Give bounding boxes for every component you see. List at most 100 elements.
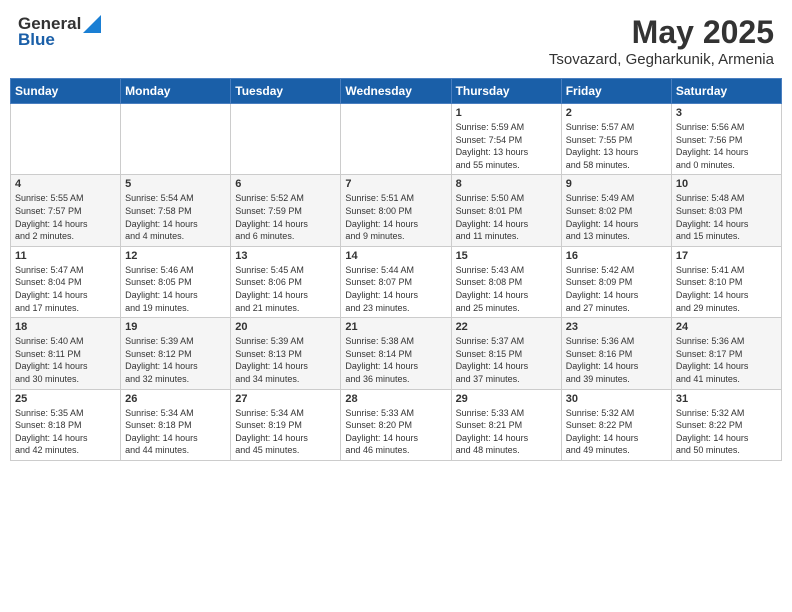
calendar-week-5: 25 Sunrise: 5:35 AM Sunset: 8:18 PM Dayli… [11,389,782,460]
table-row: 11Sunrise: 5:47 AM Sunset: 8:04 PM Dayli… [11,246,121,317]
logo: General Blue [18,14,101,50]
table-row [231,104,341,175]
table-row: 31Sunrise: 5:32 AM Sunset: 8:22 PM Dayli… [671,389,781,460]
col-thursday: Thursday [451,79,561,104]
table-row: 21Sunrise: 5:38 AM Sunset: 8:14 PM Dayli… [341,318,451,389]
day-info: Sunrise: 5:50 AM Sunset: 8:01 PM Dayligh… [456,192,557,242]
day-number: 12 [125,250,226,262]
day-info: Sunrise: 5:55 AM Sunset: 7:57 PM Dayligh… [15,192,116,242]
table-row: 8 Sunrise: 5:50 AM Sunset: 8:01 PM Daylig… [451,175,561,246]
table-row: 26 Sunrise: 5:34 AM Sunset: 8:18 PM Dayli… [121,389,231,460]
day-info: Sunrise: 5:59 AM Sunset: 7:54 PM Dayligh… [456,121,557,171]
table-row: 5Sunrise: 5:54 AM Sunset: 7:58 PM Daylig… [121,175,231,246]
table-row [121,104,231,175]
calendar-week-2: 4 Sunrise: 5:55 AM Sunset: 7:57 PM Daylig… [11,175,782,246]
table-row: 24Sunrise: 5:36 AM Sunset: 8:17 PM Dayli… [671,318,781,389]
table-row: 9 Sunrise: 5:49 AM Sunset: 8:02 PM Daylig… [561,175,671,246]
title-block: May 2025 Tsovazard, Gegharkunik, Armenia [549,14,774,68]
day-number: 8 [456,178,557,190]
table-row: 25 Sunrise: 5:35 AM Sunset: 8:18 PM Dayli… [11,389,121,460]
table-row: 15 Sunrise: 5:43 AM Sunset: 8:08 PM Dayli… [451,246,561,317]
day-number: 9 [566,178,667,190]
calendar-header-row: Sunday Monday Tuesday Wednesday Thursday… [11,79,782,104]
day-number: 23 [566,321,667,333]
table-row [341,104,451,175]
table-row: 14 Sunrise: 5:44 AM Sunset: 8:07 PM Dayli… [341,246,451,317]
day-number: 10 [676,178,777,190]
day-number: 14 [345,250,446,262]
table-row: 29 Sunrise: 5:33 AM Sunset: 8:21 PM Dayli… [451,389,561,460]
day-info: Sunrise: 5:32 AM Sunset: 8:22 PM Dayligh… [566,407,667,457]
day-info: Sunrise: 5:49 AM Sunset: 8:02 PM Dayligh… [566,192,667,242]
day-info: Sunrise: 5:52 AM Sunset: 7:59 PM Dayligh… [235,192,336,242]
table-row: 3 Sunrise: 5:56 AM Sunset: 7:56 PM Daylig… [671,104,781,175]
col-sunday: Sunday [11,79,121,104]
day-info: Sunrise: 5:42 AM Sunset: 8:09 PM Dayligh… [566,264,667,314]
day-info: Sunrise: 5:36 AM Sunset: 8:16 PM Dayligh… [566,335,667,385]
day-number: 18 [15,321,116,333]
table-row: 20 Sunrise: 5:39 AM Sunset: 8:13 PM Dayli… [231,318,341,389]
day-info: Sunrise: 5:48 AM Sunset: 8:03 PM Dayligh… [676,192,777,242]
day-number: 25 [15,393,116,405]
table-row: 7 Sunrise: 5:51 AM Sunset: 8:00 PM Daylig… [341,175,451,246]
day-info: Sunrise: 5:51 AM Sunset: 8:00 PM Dayligh… [345,192,446,242]
col-friday: Friday [561,79,671,104]
logo-triangle-icon [83,15,101,33]
day-info: Sunrise: 5:38 AM Sunset: 8:14 PM Dayligh… [345,335,446,385]
day-number: 27 [235,393,336,405]
day-info: Sunrise: 5:46 AM Sunset: 8:05 PM Dayligh… [125,264,226,314]
calendar-week-1: 1 Sunrise: 5:59 AM Sunset: 7:54 PM Daylig… [11,104,782,175]
day-number: 15 [456,250,557,262]
table-row: 6 Sunrise: 5:52 AM Sunset: 7:59 PM Daylig… [231,175,341,246]
col-wednesday: Wednesday [341,79,451,104]
day-info: Sunrise: 5:47 AM Sunset: 8:04 PM Dayligh… [15,264,116,314]
table-row: 19 Sunrise: 5:39 AM Sunset: 8:12 PM Dayli… [121,318,231,389]
day-number: 28 [345,393,446,405]
table-row: 1 Sunrise: 5:59 AM Sunset: 7:54 PM Daylig… [451,104,561,175]
day-number: 30 [566,393,667,405]
table-row: 16Sunrise: 5:42 AM Sunset: 8:09 PM Dayli… [561,246,671,317]
table-row: 27 Sunrise: 5:34 AM Sunset: 8:19 PM Dayli… [231,389,341,460]
table-row: 4 Sunrise: 5:55 AM Sunset: 7:57 PM Daylig… [11,175,121,246]
table-row [11,104,121,175]
day-info: Sunrise: 5:33 AM Sunset: 8:21 PM Dayligh… [456,407,557,457]
day-number: 20 [235,321,336,333]
day-number: 1 [456,107,557,119]
day-info: Sunrise: 5:39 AM Sunset: 8:12 PM Dayligh… [125,335,226,385]
day-number: 7 [345,178,446,190]
day-number: 29 [456,393,557,405]
day-number: 13 [235,250,336,262]
day-info: Sunrise: 5:41 AM Sunset: 8:10 PM Dayligh… [676,264,777,314]
day-info: Sunrise: 5:44 AM Sunset: 8:07 PM Dayligh… [345,264,446,314]
day-number: 2 [566,107,667,119]
table-row: 13Sunrise: 5:45 AM Sunset: 8:06 PM Dayli… [231,246,341,317]
day-info: Sunrise: 5:57 AM Sunset: 7:55 PM Dayligh… [566,121,667,171]
day-number: 22 [456,321,557,333]
table-row: 28 Sunrise: 5:33 AM Sunset: 8:20 PM Dayli… [341,389,451,460]
day-number: 19 [125,321,226,333]
table-row: 23 Sunrise: 5:36 AM Sunset: 8:16 PM Dayli… [561,318,671,389]
day-info: Sunrise: 5:34 AM Sunset: 8:18 PM Dayligh… [125,407,226,457]
day-info: Sunrise: 5:33 AM Sunset: 8:20 PM Dayligh… [345,407,446,457]
day-info: Sunrise: 5:34 AM Sunset: 8:19 PM Dayligh… [235,407,336,457]
day-number: 3 [676,107,777,119]
day-number: 6 [235,178,336,190]
table-row: 10 Sunrise: 5:48 AM Sunset: 8:03 PM Dayli… [671,175,781,246]
day-info: Sunrise: 5:32 AM Sunset: 8:22 PM Dayligh… [676,407,777,457]
day-info: Sunrise: 5:39 AM Sunset: 8:13 PM Dayligh… [235,335,336,385]
day-info: Sunrise: 5:56 AM Sunset: 7:56 PM Dayligh… [676,121,777,171]
col-tuesday: Tuesday [231,79,341,104]
day-number: 17 [676,250,777,262]
day-number: 26 [125,393,226,405]
calendar-week-3: 11Sunrise: 5:47 AM Sunset: 8:04 PM Dayli… [11,246,782,317]
table-row: 30 Sunrise: 5:32 AM Sunset: 8:22 PM Dayli… [561,389,671,460]
day-info: Sunrise: 5:35 AM Sunset: 8:18 PM Dayligh… [15,407,116,457]
calendar-week-4: 18 Sunrise: 5:40 AM Sunset: 8:11 PM Dayli… [11,318,782,389]
day-number: 4 [15,178,116,190]
col-monday: Monday [121,79,231,104]
day-info: Sunrise: 5:40 AM Sunset: 8:11 PM Dayligh… [15,335,116,385]
day-info: Sunrise: 5:36 AM Sunset: 8:17 PM Dayligh… [676,335,777,385]
day-info: Sunrise: 5:43 AM Sunset: 8:08 PM Dayligh… [456,264,557,314]
calendar-table: Sunday Monday Tuesday Wednesday Thursday… [10,78,782,461]
location: Tsovazard, Gegharkunik, Armenia [549,51,774,68]
